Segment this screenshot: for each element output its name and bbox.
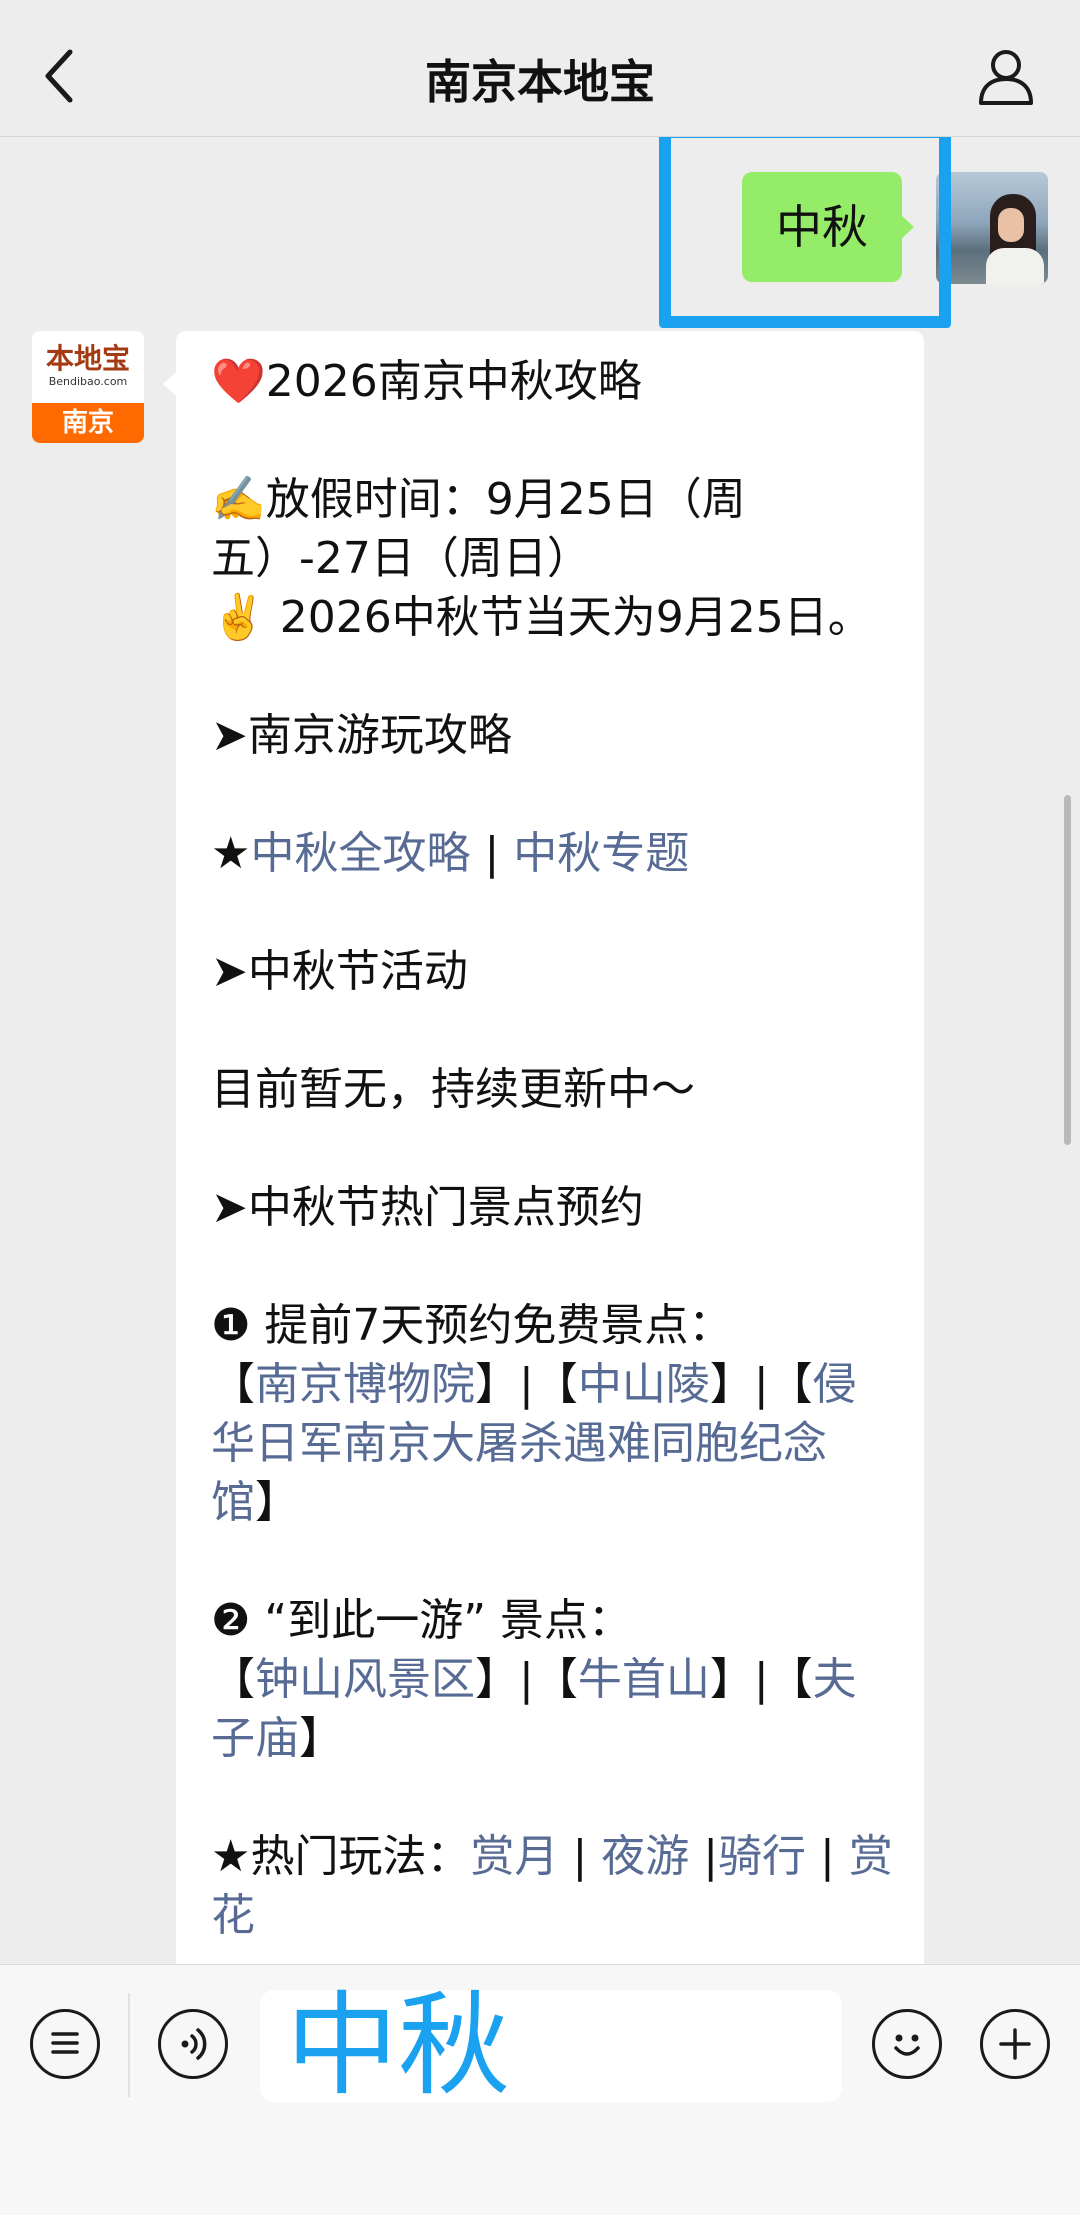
holiday-dates: ✍️放假时间：9月25日（周五）-27日（周日） <box>211 474 746 584</box>
avatar-city-text: 南京 <box>32 403 144 443</box>
section-heading: ➤中秋节活动 <box>211 946 468 997</box>
chat-area[interactable]: 中秋 本地宝 Bendibao.com 南京 ❤️2026南京中秋攻略 ✍️放假… <box>0 137 1080 1964</box>
scrollbar[interactable] <box>1064 795 1071 1145</box>
highlight-box <box>659 137 951 328</box>
link-nanjing-museum[interactable]: 南京博物院 <box>255 1359 475 1410</box>
reservation-heading: ❶ 提前7天预约免费景点： <box>211 1300 733 1351</box>
input-bar: 中秋 <box>0 1964 1080 2215</box>
star-bullet: ★ <box>211 828 251 879</box>
nav-bar: 南京本地宝 <box>0 0 1080 137</box>
link-moon-viewing[interactable]: 赏月 <box>470 1831 558 1882</box>
link-zhongshan-scenic[interactable]: 钟山风景区 <box>255 1654 475 1705</box>
link-separator: | <box>470 828 514 879</box>
link-niushou-mountain[interactable]: 牛首山 <box>578 1654 710 1705</box>
scenic-links: 【钟山风景区】|【牛首山】|【夫子庙】 <box>211 1654 857 1764</box>
section-heading: ➤南京游玩攻略 <box>211 710 512 761</box>
bot-avatar[interactable]: 本地宝 Bendibao.com 南京 <box>32 331 144 443</box>
person-icon[interactable] <box>976 46 1036 106</box>
link-full-guide[interactable]: 中秋全攻略 <box>250 828 470 879</box>
input-value: 中秋 <box>286 1981 510 2111</box>
message-input[interactable]: 中秋 <box>260 1990 842 2102</box>
festival-date: ✌️ 2026中秋节当天为9月25日。 <box>211 592 872 643</box>
link-sun-yat-sen-mausoleum[interactable]: 中山陵 <box>578 1359 710 1410</box>
voice-icon[interactable] <box>158 2009 228 2079</box>
chat-title: 南京本地宝 <box>425 55 655 109</box>
plus-icon[interactable] <box>980 2009 1050 2079</box>
my-avatar[interactable] <box>936 172 1048 284</box>
scenic-heading: ❷ “到此一游” 景点： <box>211 1595 633 1646</box>
avatar-brand-text: 本地宝 <box>45 342 130 375</box>
reply-title: ❤️2026南京中秋攻略 <box>211 356 642 407</box>
link-topic[interactable]: 中秋专题 <box>513 828 689 879</box>
link-night-tour[interactable]: 夜游 <box>601 1831 689 1882</box>
reply-bubble-tail <box>163 371 177 397</box>
activity-status: 目前暂无，持续更新中～ <box>211 1064 695 1115</box>
reply-content: ❤️2026南京中秋攻略 ✍️放假时间：9月25日（周五）-27日（周日） ✌️… <box>211 352 899 1945</box>
reservation-links: 【南京博物院】|【中山陵】|【侵华日军南京大屠杀遇难同胞纪念馆】 <box>211 1359 857 1528</box>
section-heading: ➤中秋节热门景点预约 <box>211 1182 644 1233</box>
emoji-icon[interactable] <box>872 2009 942 2079</box>
list-menu-icon[interactable] <box>30 2009 100 2079</box>
divider <box>128 1993 130 2097</box>
hot-activities: ★热门玩法：赏月 | 夜游 |骑行 | 赏花 <box>211 1831 893 1941</box>
link-cycling[interactable]: 骑行 <box>718 1831 806 1882</box>
guide-links-row: ★中秋全攻略 | 中秋专题 <box>211 824 899 883</box>
avatar-domain-text: Bendibao.com <box>48 375 128 388</box>
